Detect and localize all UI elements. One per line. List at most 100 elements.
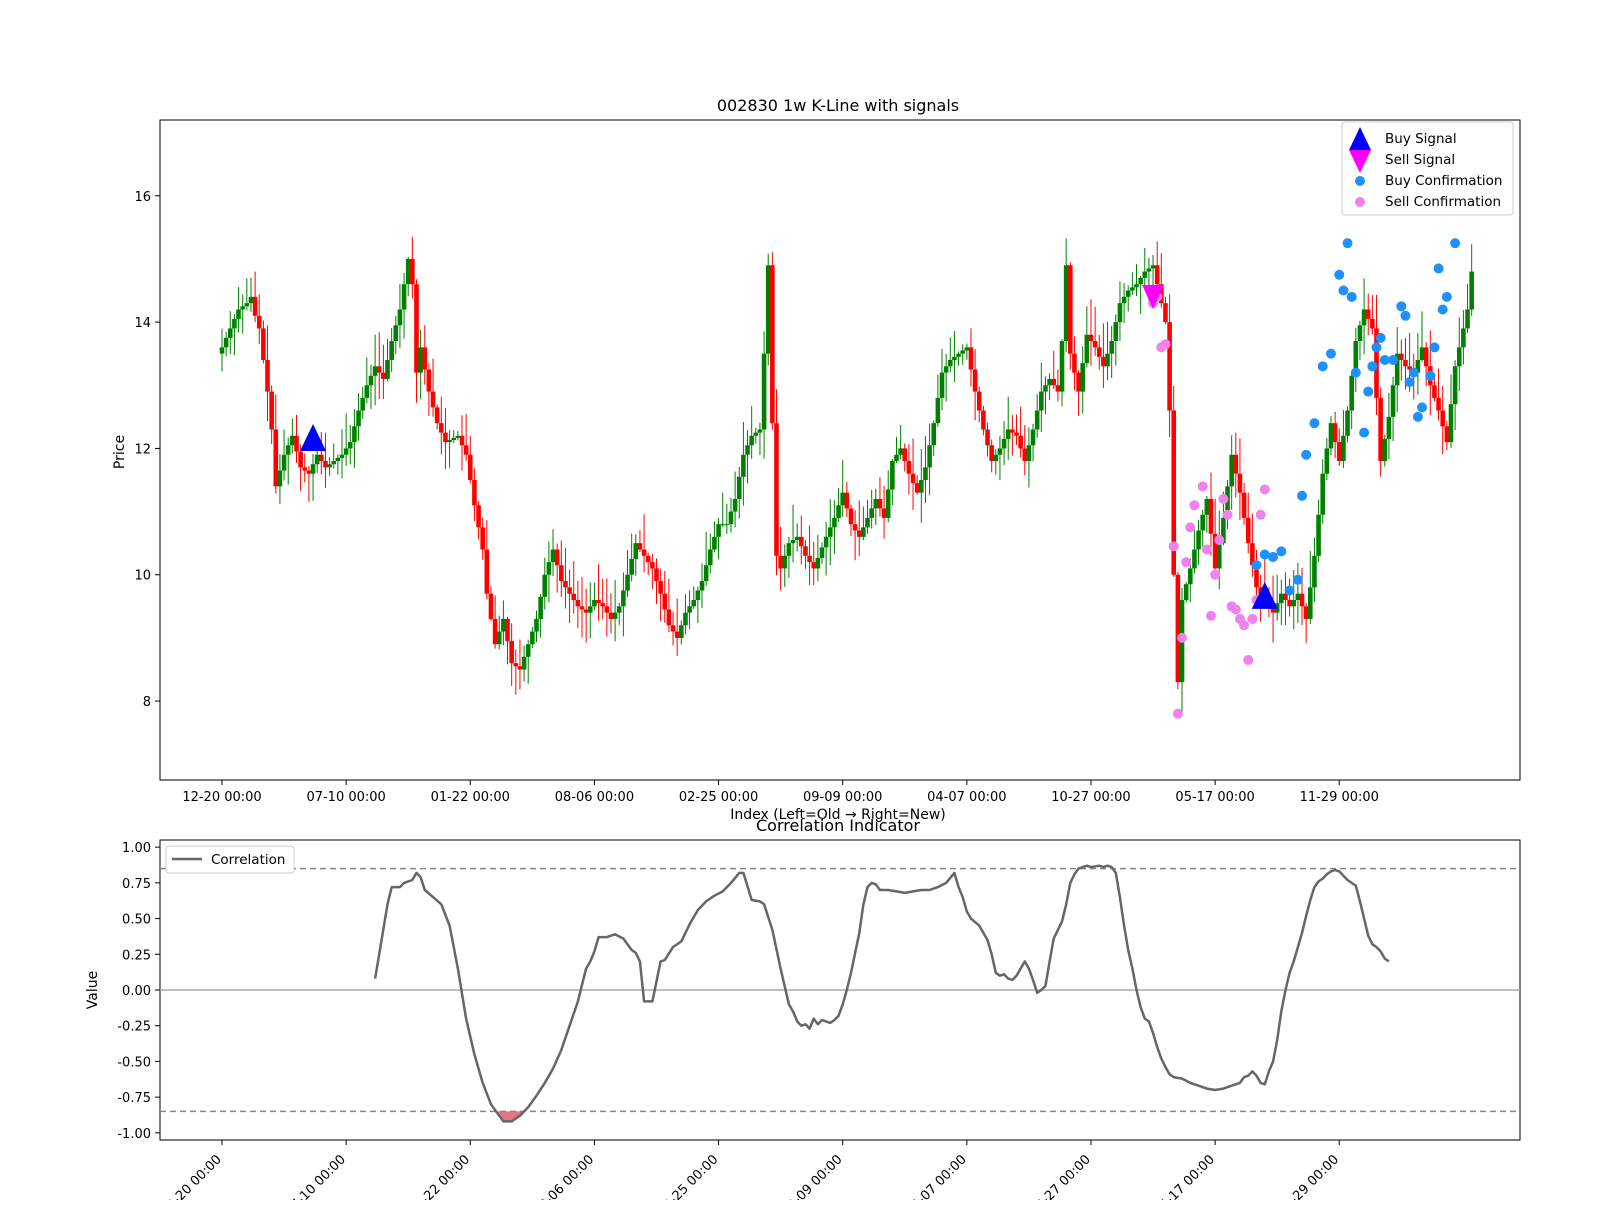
candle-body — [1382, 438, 1388, 462]
candle-body — [496, 631, 502, 645]
candle-body — [873, 498, 879, 509]
y-tick-label: -1.00 — [117, 1127, 151, 1142]
y-tick-label: 8 — [143, 695, 151, 710]
x-tick-label: 10-27 00:00 — [1051, 790, 1130, 805]
candle-body — [521, 656, 527, 670]
candle-body — [1423, 347, 1429, 367]
buy-confirmation-marker — [1355, 176, 1365, 186]
candle-body — [1419, 347, 1425, 360]
x-tick-label: 11-29 00:00 — [1300, 790, 1379, 805]
candle-body — [927, 445, 932, 468]
candle-body — [1399, 353, 1404, 360]
correlation-y-axis: 1.00 0.75 0.50 0.25 0.00 -0.25 -0.50 -0.75 -1.00 — [117, 841, 160, 1142]
y-tick-label: 12 — [134, 442, 151, 457]
buy-confirmation-point — [1338, 285, 1349, 296]
x-tick-label: 05-17 00:00 — [1175, 790, 1254, 805]
candle-body — [546, 562, 552, 575]
candle-body — [931, 423, 937, 446]
candle-body — [1349, 375, 1354, 411]
candle-body — [484, 549, 490, 594]
kline-legend: Buy Signal Sell Signal Buy Confirmation … — [1341, 121, 1514, 216]
candle-body — [906, 461, 912, 474]
candle-body — [968, 347, 974, 370]
candle-body — [1047, 378, 1052, 386]
candle-body — [741, 454, 746, 477]
candle-body — [1080, 363, 1086, 392]
kline-y-axis-label: Price — [112, 435, 128, 469]
candle-body — [633, 543, 639, 559]
candle-body — [559, 565, 564, 582]
candle-body — [604, 606, 610, 613]
x-tick-label: 05-17 00:00 — [1151, 1152, 1218, 1200]
buy-confirmation-point — [1359, 427, 1370, 438]
candle-body — [571, 593, 577, 600]
candle-body — [1183, 584, 1189, 600]
candle — [770, 252, 775, 430]
candle-body — [1287, 600, 1292, 607]
candle-body — [517, 666, 523, 670]
candle-body — [1088, 334, 1094, 342]
candle-body — [786, 543, 792, 556]
candle-body — [1452, 366, 1458, 405]
x-tick-label: 08-06 00:00 — [531, 1152, 598, 1200]
candle-body — [347, 442, 353, 449]
correlation-panel: Correlation Indicator 1.00 0.75 0.50 0.25 0.… — [85, 816, 1521, 1205]
candle-body — [476, 505, 481, 528]
candle-body — [1303, 606, 1309, 619]
candle-body — [310, 464, 316, 474]
sell-confirmation-point — [1181, 557, 1192, 568]
correlation-x-axis: 12-20 00:00 07-10 00:00 01-22 00:00 08-06 0… — [158, 1140, 1342, 1205]
candle-body — [1432, 385, 1437, 398]
candle-body — [1386, 416, 1392, 439]
x-tick-label: 10-27 00:00 — [1027, 1152, 1094, 1200]
x-tick-label: 11-29 00:00 — [1275, 1152, 1342, 1200]
candle-body — [434, 407, 440, 424]
candle-body — [294, 435, 299, 452]
candle-body — [1237, 473, 1243, 493]
candle-body — [1403, 360, 1408, 367]
candle-body — [1055, 385, 1061, 392]
candle-body — [1216, 543, 1222, 569]
x-tick-label: 04-07 00:00 — [903, 1152, 970, 1200]
candle-body — [1142, 271, 1148, 278]
candle-body — [306, 470, 312, 474]
candle-body — [252, 296, 258, 316]
candle-body — [728, 511, 734, 525]
candle-body — [745, 445, 750, 455]
candle-body — [621, 590, 626, 607]
candle-body — [794, 536, 800, 540]
buy-confirmation-point — [1342, 238, 1353, 249]
buy-confirmation-point — [1408, 367, 1419, 378]
candle-body — [832, 517, 837, 528]
candle-body — [869, 508, 874, 518]
candle-body — [823, 536, 829, 548]
candle-body — [1030, 429, 1036, 446]
candle-body — [314, 454, 320, 465]
candle-body — [327, 464, 332, 468]
candle-body — [827, 527, 833, 537]
candle-body — [1005, 429, 1011, 439]
correlation-y-axis-label: Value — [85, 971, 101, 1009]
candle-body — [1320, 473, 1326, 515]
candle-body — [1295, 593, 1301, 600]
buy-confirmation-point — [1412, 411, 1423, 422]
candle-body — [1336, 442, 1342, 462]
candle-body — [861, 527, 866, 537]
candle-body — [856, 530, 862, 537]
sell-confirmation-point — [1230, 604, 1241, 615]
candle-body — [426, 369, 432, 392]
buy-confirmation-point — [1334, 269, 1345, 280]
candle-body — [699, 581, 705, 591]
candle-body — [919, 480, 924, 493]
buy-confirmation-point — [1441, 291, 1452, 302]
candle-body — [683, 612, 688, 626]
candle-body — [943, 366, 949, 373]
candle-body — [381, 372, 386, 379]
candle-body — [641, 549, 647, 556]
candle-body — [1130, 287, 1135, 291]
candle-body — [952, 356, 957, 360]
buy-confirmation-point — [1292, 574, 1303, 585]
candle-body — [534, 618, 539, 632]
candle-body — [244, 303, 250, 307]
candle-body — [625, 574, 630, 591]
